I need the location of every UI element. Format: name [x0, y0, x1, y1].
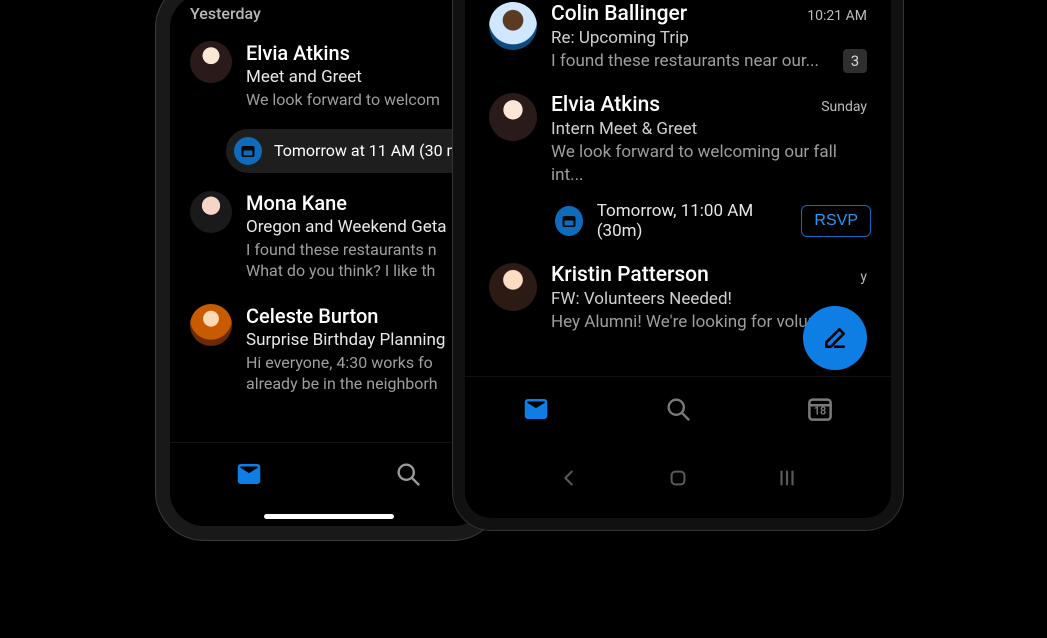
nav-home[interactable] — [667, 467, 689, 489]
mail-sender: Elvia Atkins — [551, 93, 660, 117]
phone-mock-left: Yesterday Elvia Atkins Meet and Greet We… — [156, 0, 501, 540]
tab-search[interactable] — [661, 392, 695, 426]
tab-calendar[interactable]: 18 — [803, 392, 837, 426]
mail-item-body: Colin Ballinger 10:21 AM Re: Upcoming Tr… — [551, 2, 867, 73]
mail-time: Sunday — [821, 99, 867, 115]
calendar-icon — [555, 206, 583, 236]
mail-sender: Kristin Patterson — [551, 263, 709, 287]
tab-mail[interactable] — [232, 457, 266, 491]
avatar — [190, 191, 232, 233]
unread-badge: 3 — [843, 49, 867, 73]
section-header-yesterday: Yesterday — [170, 0, 487, 31]
mail-preview: I found these restaurants near our... — [551, 50, 823, 73]
mail-subject: FW: Volunteers Needed! — [551, 289, 867, 309]
mail-item[interactable]: Elvia Atkins Meet and Greet We look forw… — [170, 31, 487, 117]
avatar — [489, 2, 537, 50]
mail-time: 10:21 AM — [807, 8, 867, 24]
android-nav-bar — [465, 452, 891, 504]
mail-item[interactable]: Celeste Burton Surprise Birthday Plannin… — [170, 294, 487, 401]
home-indicator[interactable] — [264, 514, 394, 519]
event-chip-text: Tomorrow, 11:00 AM (30m) — [597, 201, 788, 241]
avatar — [489, 93, 537, 141]
avatar — [190, 304, 232, 346]
nav-recents[interactable] — [776, 467, 798, 489]
mail-item[interactable]: Mona Kane Oregon and Weekend Geta I foun… — [170, 181, 487, 288]
phone-left-screen: Yesterday Elvia Atkins Meet and Greet We… — [170, 0, 487, 526]
rsvp-button[interactable]: RSVP — [801, 205, 871, 237]
mail-item-body: Celeste Burton Surprise Birthday Plannin… — [246, 304, 467, 395]
compose-fab[interactable] — [803, 306, 867, 370]
mail-subject: Meet and Greet — [246, 67, 467, 87]
mail-preview: Hi everyone, 4:30 works fo already be in… — [246, 352, 467, 395]
mail-item-body: Mona Kane Oregon and Weekend Geta I foun… — [246, 191, 467, 282]
mail-preview: We look forward to welcoming our fall in… — [551, 141, 867, 187]
mail-subject: Surprise Birthday Planning — [246, 330, 467, 350]
avatar — [489, 263, 537, 311]
tab-search[interactable] — [391, 457, 425, 491]
mail-preview: I found these restaurants n What do you … — [246, 239, 467, 282]
tab-mail[interactable] — [519, 392, 553, 426]
mail-subject: Intern Meet & Greet — [551, 119, 867, 139]
event-chip[interactable]: Tomorrow, 11:00 AM (30m) — [555, 201, 787, 241]
mail-time: y — [860, 269, 867, 285]
mail-preview: We look forward to welcom — [246, 89, 467, 111]
phone-right-screen: Yesterday Colin Ballinger 10:21 AM Re: U… — [465, 0, 891, 518]
calendar-date-label: 18 — [814, 405, 827, 418]
mail-sender: Colin Ballinger — [551, 2, 687, 26]
event-chip-row: Tomorrow, 11:00 AM (30m) RSVP — [465, 191, 891, 247]
mail-item-body: Elvia Atkins Sunday Intern Meet & Greet … — [551, 93, 867, 187]
mail-sender: Elvia Atkins — [246, 41, 350, 65]
calendar-icon — [234, 137, 262, 165]
nav-back[interactable] — [558, 467, 580, 489]
event-chip[interactable]: Tomorrow at 11 AM (30 m — [226, 129, 479, 173]
mail-item-body: Elvia Atkins Meet and Greet We look forw… — [246, 41, 467, 111]
avatar — [190, 41, 232, 83]
phone-mock-right: Yesterday Colin Ballinger 10:21 AM Re: U… — [453, 0, 903, 530]
event-chip-text: Tomorrow at 11 AM (30 m — [274, 141, 461, 160]
mail-subject: Oregon and Weekend Geta — [246, 217, 467, 237]
bottom-tab-bar: 18 — [465, 376, 891, 440]
mail-sender: Mona Kane — [246, 191, 347, 215]
bottom-tab-bar — [170, 442, 487, 504]
mail-item[interactable]: Colin Ballinger 10:21 AM Re: Upcoming Tr… — [465, 0, 891, 77]
mail-item[interactable]: Elvia Atkins Sunday Intern Meet & Greet … — [465, 77, 891, 191]
mail-sender: Celeste Burton — [246, 304, 378, 328]
compose-icon — [822, 325, 848, 351]
mail-subject: Re: Upcoming Trip — [551, 28, 867, 48]
